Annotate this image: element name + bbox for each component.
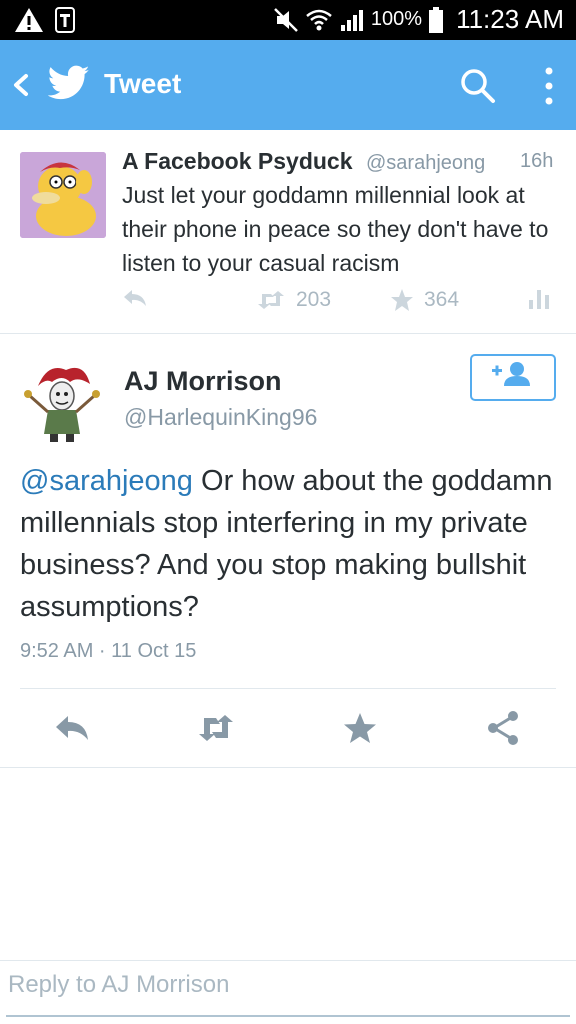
- battery-percent: 100%: [370, 8, 423, 30]
- divider: [20, 688, 556, 689]
- parent-reply-button[interactable]: [122, 288, 148, 308]
- tweet-timestamp: 9:52 AM · 11 Oct 15: [20, 640, 197, 662]
- parent-retweet-button[interactable]: 203: [256, 288, 331, 312]
- parent-analytics-button[interactable]: [528, 288, 550, 310]
- avatar[interactable]: [20, 152, 106, 238]
- mention-link[interactable]: @sarahjeong: [20, 465, 193, 497]
- favorite-icon: [391, 289, 413, 311]
- parent-author-handle[interactable]: @sarahjeong: [366, 152, 485, 175]
- reply-icon[interactable]: [52, 708, 92, 748]
- retweet-icon: [258, 291, 284, 309]
- favorite-icon[interactable]: [340, 708, 380, 748]
- parent-tweet[interactable]: A Facebook Psyduck @sarahjeong 16h Just …: [0, 130, 576, 334]
- parent-tweet-age: 16h: [520, 150, 554, 172]
- share-icon[interactable]: [484, 708, 524, 748]
- main-author-name[interactable]: AJ Morrison: [124, 366, 282, 397]
- tmobile-icon: [55, 7, 75, 33]
- main-tweet: AJ Morrison @HarlequinKing96 @sarahjeong…: [0, 334, 576, 768]
- avatar[interactable]: [18, 356, 106, 444]
- parent-tweet-actions: 203 364: [0, 288, 576, 318]
- page-title: Tweet: [104, 68, 182, 99]
- warning-icon: [15, 8, 43, 32]
- favorite-count: 364: [424, 288, 460, 311]
- follow-user-icon: [492, 362, 530, 386]
- app-bar: Tweet: [0, 40, 576, 130]
- clock: 11:23 AM: [456, 4, 564, 34]
- wifi-icon: [306, 9, 332, 30]
- parent-tweet-text: Just let your goddamn millennial look at…: [122, 182, 549, 276]
- retweet-icon[interactable]: [196, 708, 236, 748]
- analytics-icon: [529, 290, 549, 309]
- mute-icon: [274, 7, 298, 32]
- signal-icon: [340, 9, 363, 31]
- psyduck-avatar-image: [20, 152, 106, 238]
- retweet-count: 203: [296, 288, 332, 311]
- battery-icon: [429, 6, 444, 33]
- follow-button[interactable]: [470, 354, 556, 401]
- parent-author-name[interactable]: A Facebook Psyduck: [122, 148, 353, 175]
- main-author-handle[interactable]: @HarlequinKing96: [124, 404, 317, 431]
- reply-input[interactable]: Reply to AJ Morrison: [8, 971, 229, 999]
- harlequin-avatar-image: [18, 356, 106, 444]
- reply-box[interactable]: Reply to AJ Morrison: [0, 960, 576, 1024]
- status-bar: 100% 11:23 AM: [0, 0, 576, 40]
- reply-icon: [124, 290, 146, 306]
- search-icon[interactable]: [458, 66, 498, 106]
- twitter-bird-icon: [48, 65, 90, 100]
- parent-favorite-button[interactable]: 364: [390, 288, 459, 312]
- reply-underline: [6, 1015, 570, 1017]
- overflow-menu-icon[interactable]: [538, 64, 560, 108]
- main-tweet-text: @sarahjeong Or how about the goddamn mil…: [20, 460, 560, 628]
- back-icon[interactable]: [10, 68, 32, 102]
